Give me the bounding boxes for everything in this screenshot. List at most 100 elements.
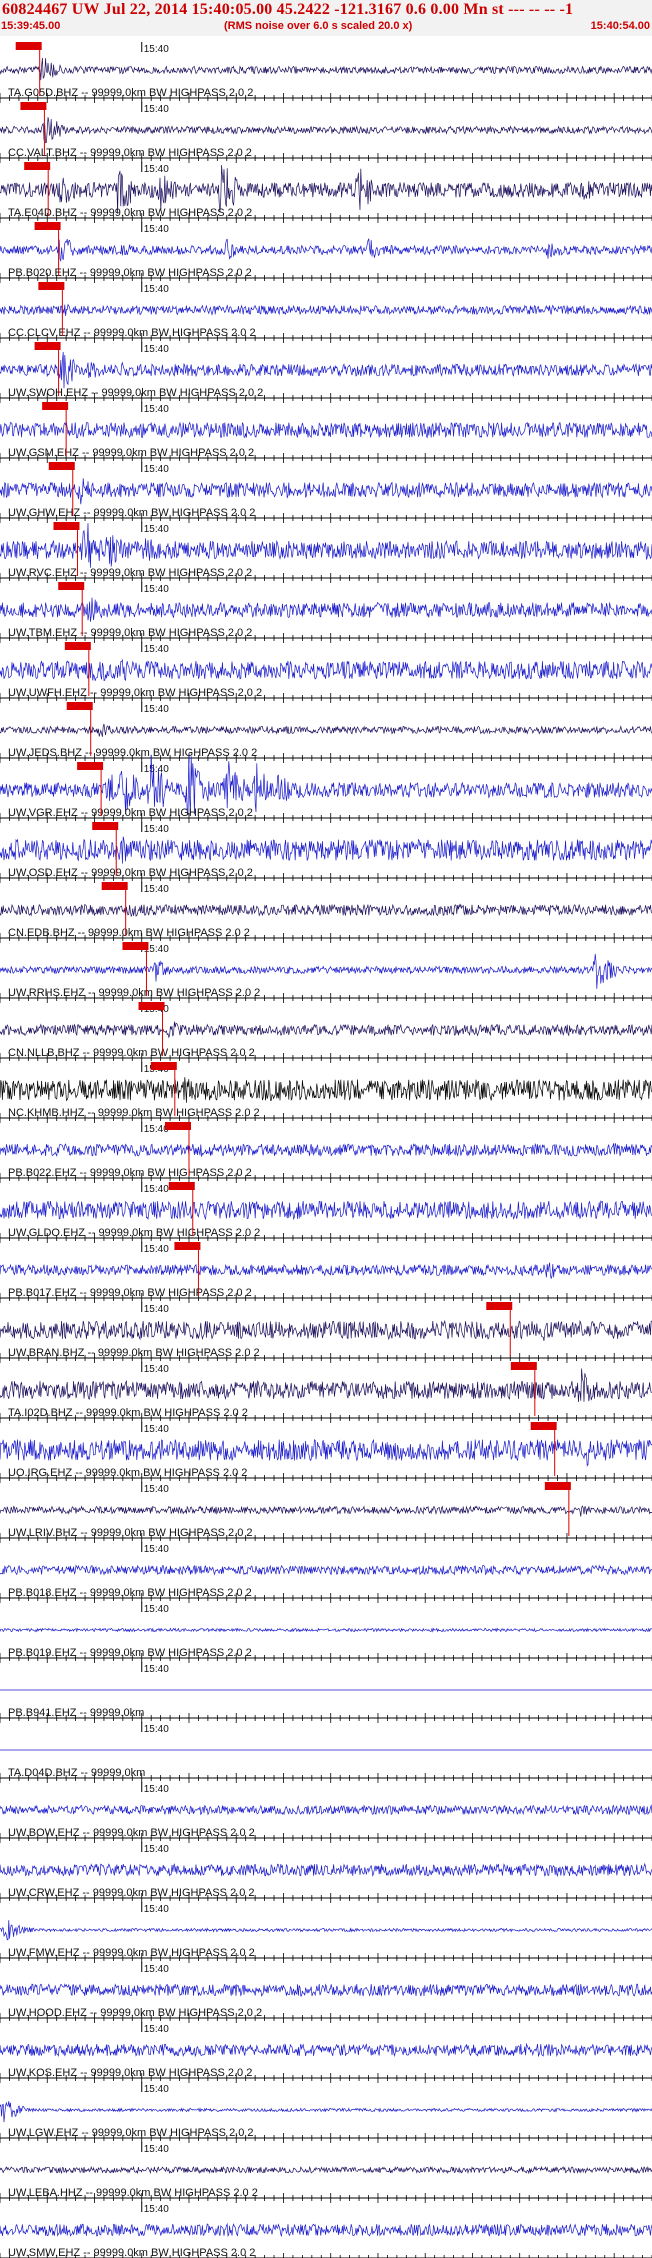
minute-label: 15:40 xyxy=(144,284,169,295)
trace-row: 15:40 PB.B020.EHZ -- 99999.0km BW HIGHPAS… xyxy=(0,222,652,283)
minute-label: 15:40 xyxy=(144,584,169,595)
minute-label: 15:40 xyxy=(144,164,169,175)
station-label: TA.I02D.BHZ -- 99999.0km BW HIGHPASS 2.0… xyxy=(8,1407,248,1419)
pick-flag xyxy=(64,642,91,650)
station-label: UW.SWOH.EHZ -- 99999.0km BW HIGHPASS 2.0… xyxy=(8,387,263,399)
trace-row: 15:40 PB.B018.EHZ -- 99999.0km BW HIGHPAS… xyxy=(0,1542,652,1603)
trace-row: 15:40 UW.TBM.EHZ -- 99999.0km BW HIGHPASS… xyxy=(0,582,652,643)
waveform xyxy=(0,1862,652,1878)
pick-flag xyxy=(174,1242,201,1250)
station-label: PB.B022.EHZ -- 99999.0km BW HIGHPASS 2.0… xyxy=(8,1167,252,1179)
waveform xyxy=(0,1319,652,1341)
waveform xyxy=(0,1021,652,1039)
pick-flag xyxy=(66,702,93,710)
seismogram-plot: 15:40 TA.G05D.BHZ -- 99999.0km BW HIGHPAS… xyxy=(0,42,652,2258)
trace-row: 15:40 UW.GLDO.EHZ -- 99999.0km BW HIGHPAS… xyxy=(0,1182,652,1243)
waveform xyxy=(0,351,652,389)
trace-row: 15:40 UO.IRG.EHZ -- 99999.0km BW HIGHPASS… xyxy=(0,1422,652,1483)
trace-row: 15:40 UW.CRW.EHZ -- 99999.0km BW HIGHPASS… xyxy=(0,1842,652,1903)
station-label: PB.B941.EHZ -- 99999.0km xyxy=(8,1707,144,1719)
waveform xyxy=(0,1920,652,1941)
minute-label: 15:40 xyxy=(144,1244,169,1255)
station-label: UW.BOW.EHZ -- 99999.0km BW HIGHPASS 2.0 … xyxy=(8,1827,255,1839)
minute-label: 15:40 xyxy=(144,2204,169,2215)
trace-row: 15:40 UW.HOOD.EHZ -- 99999.0km BW HIGHPAS… xyxy=(0,1962,652,2023)
station-label: UW.BRAN.BHZ -- 99999.0km BW HIGHPASS 2.0… xyxy=(8,1347,260,1359)
trace-row: 15:40 PB.B019.EHZ -- 99999.0km BW HIGHPAS… xyxy=(0,1602,652,1663)
pick-flag xyxy=(38,282,65,290)
minute-label: 15:40 xyxy=(144,1304,169,1315)
station-label: UW.UWFH.EHZ -- 99999.0km BW HIGHPASS 2.0… xyxy=(8,687,262,699)
waveform xyxy=(0,903,652,917)
station-label: CC.CLCV.EHZ -- 99999.0km BW HIGHPASS 2.0… xyxy=(8,327,256,339)
trace-rows: 15:40 TA.G05D.BHZ -- 99999.0km BW HIGHPAS… xyxy=(0,42,652,2258)
minute-label: 15:40 xyxy=(144,224,169,235)
pick-flag xyxy=(150,1062,177,1070)
trace-row: 15:40 UW.LGW.EHZ -- 99999.0km BW HIGHPASS… xyxy=(0,2082,652,2143)
minute-label: 15:40 xyxy=(144,104,169,115)
minute-label: 15:40 xyxy=(144,344,169,355)
trace-row: 15:40 UW.GSM.EHZ -- 99999.0km BW HIGHPASS… xyxy=(0,402,652,463)
waveform xyxy=(0,2042,652,2058)
station-label: UW.RVC.EHZ -- 99999.0km BW HIGHPASS 2.0 … xyxy=(8,567,252,579)
station-label: UW.GSM.EHZ -- 99999.0km BW HIGHPASS 2.0 … xyxy=(8,447,254,459)
trace-row: 15:40 TA.I02D.BHZ -- 99999.0km BW HIGHPAS… xyxy=(0,1362,652,1423)
waveform xyxy=(0,523,652,568)
station-label: UW.FMW.EHZ -- 99999.0km BW HIGHPASS 2.0 … xyxy=(8,1947,255,1959)
minute-label: 15:40 xyxy=(144,1844,169,1855)
pick-flag xyxy=(138,1002,165,1010)
minute-label: 15:40 xyxy=(144,2024,169,2035)
waveform xyxy=(0,117,652,144)
waveform xyxy=(0,1627,652,1633)
station-label: UW.LGW.EHZ -- 99999.0km BW HIGHPASS 2.0 … xyxy=(8,2127,254,2139)
waveform xyxy=(0,238,652,263)
station-label: UW.OSD.EHZ -- 99999.0km BW HIGHPASS 2.0 … xyxy=(8,867,253,879)
start-time: 15:39:45.00 xyxy=(1,20,61,32)
minute-label: 15:40 xyxy=(144,524,169,535)
station-label: UW.LEBA.HHZ -- 99999.0km BW HIGHPASS 2.0… xyxy=(8,2187,258,2199)
pick-flag xyxy=(486,1302,513,1310)
trace-row: 15:40 PB.B941.EHZ -- 99999.0km xyxy=(0,1662,652,1723)
pick-flag xyxy=(122,942,149,950)
waveform xyxy=(0,421,652,439)
waveform xyxy=(0,2222,652,2238)
station-label: UW.RRHS.EHZ -- 99999.0km BW HIGHPASS 2.0… xyxy=(8,987,260,999)
pick-flag xyxy=(164,1122,191,1130)
pick-flag xyxy=(24,162,51,170)
pick-flag xyxy=(42,402,69,410)
pick-flag xyxy=(168,1182,195,1190)
trace-row: 15:40 UW.BOW.EHZ -- 99999.0km BW HIGHPASS… xyxy=(0,1782,652,1843)
minute-label: 15:40 xyxy=(144,1604,169,1615)
minute-label: 15:40 xyxy=(144,824,169,835)
waveform xyxy=(0,57,652,81)
waveform xyxy=(0,1200,652,1221)
station-label: UW.JEDS.BHZ -- 99999.0km BW HIGHPASS 2.0… xyxy=(8,747,257,759)
trace-row: 15:40 UW.FMW.EHZ -- 99999.0km BW HIGHPASS… xyxy=(0,1902,652,1963)
pick-flag xyxy=(34,342,61,350)
minute-label: 15:40 xyxy=(144,884,169,895)
station-label: UW.GLDO.EHZ -- 99999.0km BW HIGHPASS 2.0… xyxy=(8,1227,260,1239)
station-label: NC.KHMB.HHZ -- 99999.0km BW HIGHPASS 2.0… xyxy=(8,1107,260,1119)
minute-label: 15:40 xyxy=(144,44,169,55)
station-label: PB.B020.EHZ -- 99999.0km BW HIGHPASS 2.0… xyxy=(8,267,252,279)
waveform xyxy=(0,303,652,317)
pick-flag xyxy=(48,462,75,470)
waveform xyxy=(0,658,652,682)
station-label: UO.IRG.EHZ -- 99999.0km BW HIGHPASS 2.0 … xyxy=(8,1467,247,1479)
minute-label: 15:40 xyxy=(144,2144,169,2155)
minute-label: 15:40 xyxy=(144,764,169,775)
station-label: CN.EDB.BHZ -- 99999.0km BW HIGHPASS 2.0 … xyxy=(8,927,250,939)
trace-row: 15:40PB.B022.EHZ -- 99999.0km BW HIGHPAS… xyxy=(0,1122,652,1183)
minute-label: 15:40 xyxy=(144,1484,169,1495)
trace-row: 15:40 TA.D04D.BHZ -- 99999.0km xyxy=(0,1722,652,1783)
waveform xyxy=(0,1983,652,1997)
minute-label: 15:40 xyxy=(144,1964,169,1975)
trace-row: 15:40 UW.GHW.EHZ -- 99999.0km BW HIGHPASS… xyxy=(0,462,652,523)
waveform xyxy=(0,1564,652,1576)
trace-row: 15:40 CC.CLCV.EHZ -- 99999.0km BW HIGHPAS… xyxy=(0,282,652,343)
station-label: UW.SMW.EHZ -- 99999.0km BW HIGHPASS 2.0 … xyxy=(8,2247,255,2258)
waveform xyxy=(0,1505,652,1517)
trace-row: 15:40 UW.LRIV.BHZ -- 99999.0km BW HIGHPAS… xyxy=(0,1482,652,1543)
minute-label: 15:40 xyxy=(144,1904,169,1915)
pick-flag xyxy=(510,1362,537,1370)
